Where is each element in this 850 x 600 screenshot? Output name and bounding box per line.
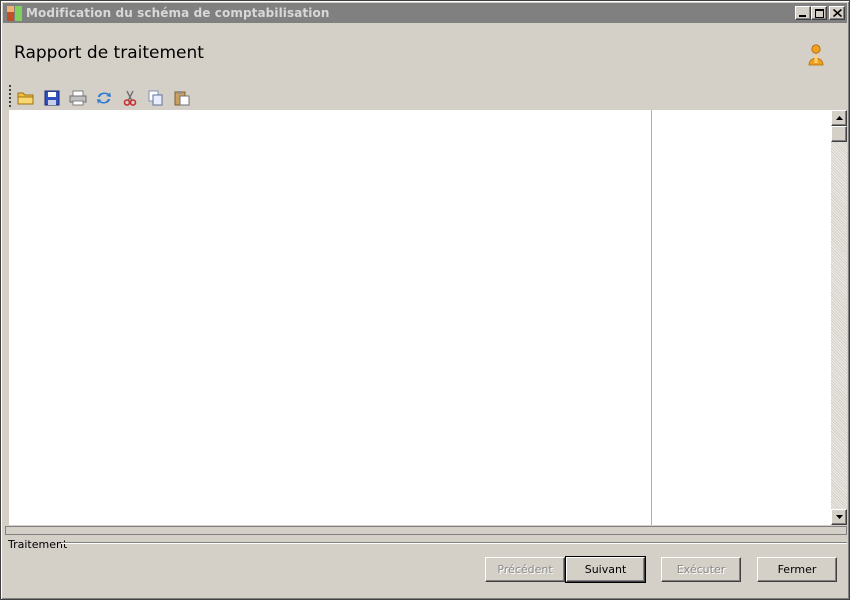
refresh-button[interactable]: [93, 87, 115, 109]
close-window-button[interactable]: [829, 6, 845, 20]
group-separator: [61, 542, 847, 544]
cut-icon: [123, 90, 137, 106]
close-icon: [832, 9, 842, 17]
app-icon: [7, 6, 22, 21]
save-icon: [44, 90, 60, 106]
arrow-down-icon: [835, 515, 843, 519]
vertical-scrollbar[interactable]: [831, 110, 847, 525]
print-button[interactable]: [67, 87, 89, 109]
column-divider[interactable]: [651, 110, 652, 525]
app-window: Modification du schéma de comptabilisati…: [0, 0, 850, 600]
horizontal-scroll-strip[interactable]: [5, 526, 847, 535]
scroll-down-button[interactable]: [831, 509, 847, 525]
print-icon: [69, 90, 87, 106]
next-button[interactable]: Suivant: [565, 556, 646, 583]
page-title: Rapport de traitement: [14, 43, 204, 63]
minimize-icon: [799, 15, 806, 17]
toolbar: [9, 85, 209, 109]
scroll-thumb[interactable]: [831, 126, 847, 142]
execute-button[interactable]: Exécuter: [661, 557, 741, 582]
arrow-up-icon: [835, 116, 843, 120]
window-title: Modification du schéma de comptabilisati…: [26, 6, 330, 20]
user-icon[interactable]: [806, 43, 826, 67]
report-panel[interactable]: [9, 110, 847, 525]
group-label: Traitement: [8, 538, 68, 551]
open-button[interactable]: [15, 87, 37, 109]
previous-button[interactable]: Précédent: [485, 557, 565, 582]
paste-icon: [174, 91, 190, 106]
copy-button[interactable]: [145, 87, 167, 109]
maximize-icon: [814, 8, 824, 18]
close-button[interactable]: Fermer: [757, 557, 837, 582]
open-folder-icon: [17, 92, 34, 105]
copy-icon: [148, 90, 163, 106]
title-bar[interactable]: Modification du schéma de comptabilisati…: [3, 3, 847, 23]
scroll-up-button[interactable]: [831, 110, 847, 126]
toolbar-grip[interactable]: [9, 85, 11, 109]
paste-button[interactable]: [171, 87, 193, 109]
minimize-button[interactable]: [795, 6, 811, 20]
save-button[interactable]: [41, 87, 63, 109]
maximize-button[interactable]: [811, 6, 827, 20]
refresh-icon: [97, 92, 111, 104]
cut-button[interactable]: [119, 87, 141, 109]
